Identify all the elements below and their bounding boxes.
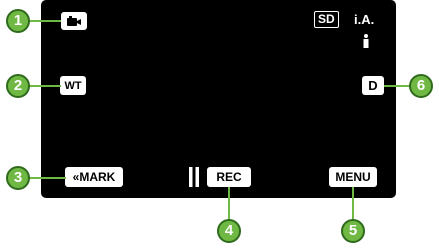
callout-3: 3 xyxy=(6,166,30,190)
rec-button-label: REC xyxy=(216,170,242,184)
callout-1-leader xyxy=(28,20,61,22)
mode-switch-button[interactable] xyxy=(61,12,87,30)
mark-button[interactable]: «MARK xyxy=(65,167,123,187)
callout-5-leader xyxy=(352,187,354,221)
rec-button[interactable]: REC xyxy=(207,167,251,187)
callout-3-leader xyxy=(28,177,66,179)
menu-button-label: MENU xyxy=(335,170,371,184)
callout-4-leader xyxy=(228,187,230,221)
callout-2: 2 xyxy=(6,74,30,98)
callout-2-leader xyxy=(28,85,61,87)
video-camera-icon xyxy=(67,16,81,26)
wt-button[interactable]: WT xyxy=(60,76,86,95)
display-button-label: D xyxy=(368,78,378,93)
callout-5: 5 xyxy=(341,219,365,243)
callout-6: 6 xyxy=(409,74,433,98)
wt-button-label: WT xyxy=(64,79,82,92)
camera-screen: SD i.A. WT D «MARK REC MENU xyxy=(41,0,396,198)
callout-1: 1 xyxy=(6,9,30,33)
menu-button[interactable]: MENU xyxy=(329,167,377,187)
callout-4: 4 xyxy=(217,219,241,243)
pause-icon xyxy=(189,167,199,187)
person-icon xyxy=(363,34,369,48)
display-button[interactable]: D xyxy=(362,76,384,95)
mark-button-label: «MARK xyxy=(72,170,116,184)
intelligent-auto-status: i.A. xyxy=(354,12,375,27)
sd-card-status: SD xyxy=(314,11,339,28)
